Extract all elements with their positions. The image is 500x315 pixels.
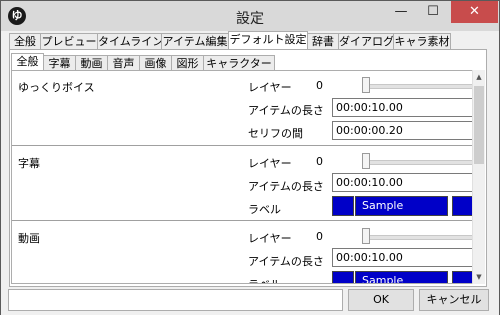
section-divider: [12, 145, 472, 146]
layer-value: 0: [316, 79, 323, 92]
label-color-swatch[interactable]: [452, 196, 474, 216]
layer-label: レイヤー: [248, 81, 292, 94]
subtab-image[interactable]: 画像: [139, 55, 172, 71]
tab-chara-material[interactable]: キャラ素材: [393, 33, 451, 49]
layer-slider-track[interactable]: [362, 160, 478, 165]
maximize-button[interactable]: ☐: [418, 1, 448, 23]
layer-value: 0: [316, 230, 323, 243]
subtab-general[interactable]: 全般: [11, 53, 44, 71]
tab-default-settings[interactable]: デフォルト設定: [228, 31, 308, 50]
label-color-label: ラベル: [248, 203, 281, 216]
layer-slider-track[interactable]: [362, 84, 478, 89]
subtab-subtitle[interactable]: 字幕: [43, 55, 76, 71]
layer-slider-track[interactable]: [362, 235, 478, 240]
scroll-up-icon[interactable]: ▲: [473, 70, 485, 84]
layer-value: 0: [316, 155, 323, 168]
layer-label: レイヤー: [248, 157, 292, 170]
cancel-button[interactable]: キャンセル: [419, 289, 489, 311]
subtab-shape[interactable]: 図形: [171, 55, 204, 71]
settings-dialog: ゆ 設定 — ☐ ✕ 全般 プレビュー タイムライン アイテム編集 デフォルト設…: [0, 0, 500, 315]
sample-text: Sample: [362, 199, 404, 212]
serif-interval-input[interactable]: 00:00:00.20: [332, 121, 474, 140]
item-length-label: アイテムの長さ: [248, 104, 324, 117]
tab-dialog[interactable]: ダイアログ: [338, 33, 394, 49]
sample-text: Sample: [362, 274, 404, 284]
subtab-video[interactable]: 動画: [75, 55, 108, 71]
section-label-subtitle: 字幕: [18, 157, 40, 170]
settings-scroll-area: ゆっくりボイス レイヤー 0 アイテムの長さ 00:00:10.00 セリフの間…: [11, 70, 485, 284]
ok-button[interactable]: OK: [348, 289, 414, 311]
label-color-sample[interactable]: Sample: [355, 271, 448, 284]
serif-interval-label: セリフの間: [248, 127, 303, 140]
scroll-down-icon[interactable]: ▼: [473, 270, 485, 284]
layer-slider-thumb[interactable]: [362, 228, 370, 244]
subtab-character[interactable]: キャラクター: [203, 55, 275, 71]
status-field: [8, 289, 343, 311]
tab-timeline[interactable]: タイムライン: [97, 33, 163, 49]
layer-label: レイヤー: [248, 232, 292, 245]
subtab-audio[interactable]: 音声: [107, 55, 140, 71]
layer-slider-thumb[interactable]: [362, 153, 370, 169]
label-color-swatch[interactable]: [332, 196, 354, 216]
tab-preview[interactable]: プレビュー: [40, 33, 98, 49]
label-color-label: ラベル: [248, 276, 281, 283]
minimize-button[interactable]: —: [386, 1, 416, 23]
section-divider: [12, 220, 472, 221]
dialog-button-bar: OK キャンセル: [1, 287, 499, 315]
item-length-input[interactable]: 00:00:10.00: [332, 98, 474, 117]
tab-dictionary[interactable]: 辞書: [307, 33, 339, 49]
item-length-label: アイテムの長さ: [248, 180, 324, 193]
item-length-input[interactable]: 00:00:10.00: [332, 248, 474, 267]
title-bar[interactable]: ゆ 設定 — ☐ ✕: [1, 1, 499, 31]
tab-general[interactable]: 全般: [9, 33, 41, 49]
label-color-swatch[interactable]: [452, 271, 474, 283]
section-label-yukkuri-voice: ゆっくりボイス: [18, 81, 95, 94]
section-label-video: 動画: [18, 232, 40, 245]
scrollbar-thumb[interactable]: [474, 86, 484, 164]
label-color-swatch[interactable]: [332, 271, 354, 283]
item-length-input[interactable]: 00:00:10.00: [332, 173, 474, 192]
layer-slider-thumb[interactable]: [362, 77, 370, 93]
item-length-label: アイテムの長さ: [248, 255, 324, 268]
tab-item-edit[interactable]: アイテム編集: [161, 33, 229, 49]
vertical-scrollbar[interactable]: ▲ ▼: [472, 70, 485, 284]
label-color-sample[interactable]: Sample: [355, 196, 448, 216]
close-button[interactable]: ✕: [451, 1, 498, 23]
